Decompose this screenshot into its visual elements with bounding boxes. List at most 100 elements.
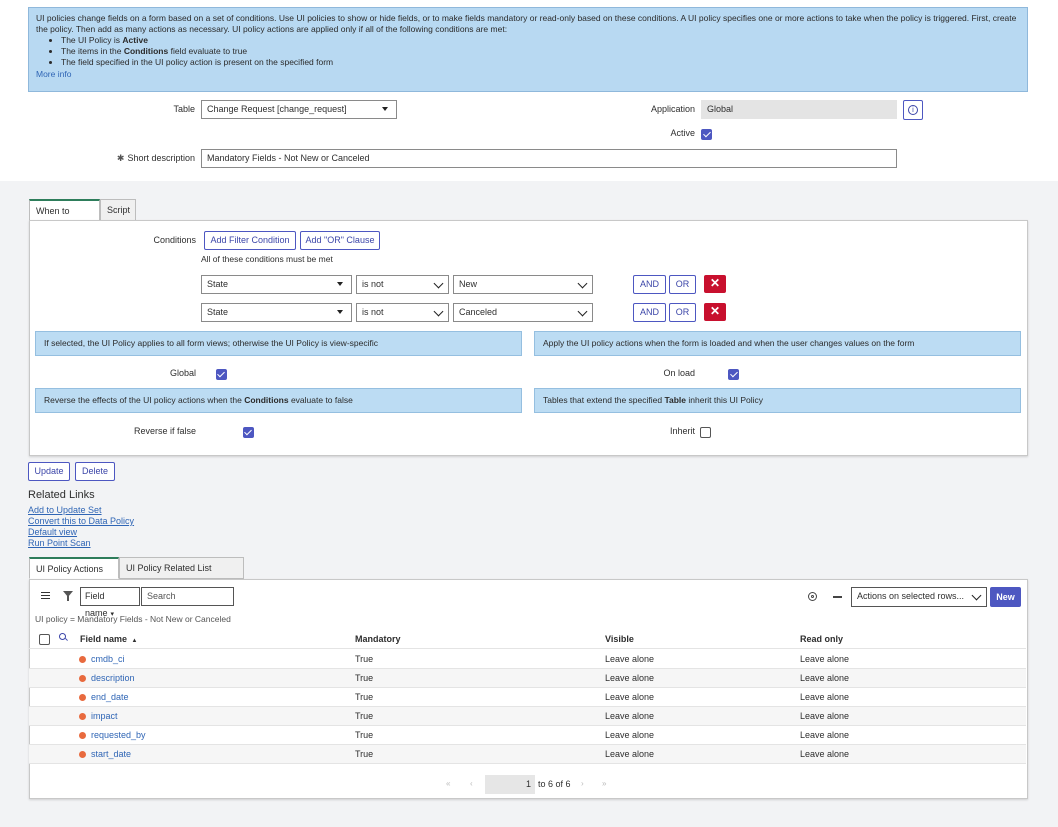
inherit-checkbox[interactable] (700, 427, 711, 438)
tab-when-to-apply[interactable]: When to Apply (29, 199, 100, 236)
row-field-name: start_date (79, 745, 131, 764)
onload-hint: Apply the UI policy actions when the for… (534, 331, 1021, 356)
info-bullet: The UI Policy is Active (61, 35, 1020, 46)
and-button[interactable]: AND (633, 303, 666, 322)
column-header-visible[interactable]: Visible (605, 634, 634, 644)
application-info-button[interactable]: i (903, 100, 923, 120)
condition-field-value: State (207, 279, 229, 289)
field-name-link[interactable]: impact (91, 711, 118, 721)
table-row: description True Leave alone Leave alone (29, 669, 1026, 688)
page-number-input[interactable]: 1 (485, 775, 535, 794)
or-button[interactable]: OR (669, 303, 696, 322)
previous-page-icon[interactable]: ‹ (470, 779, 473, 788)
next-page-icon[interactable]: › (581, 779, 584, 788)
table-row: cmdb_ci True Leave alone Leave alone (29, 650, 1026, 669)
chevron-down-icon (433, 278, 444, 289)
row-mandatory: True (355, 711, 374, 721)
column-header-field-name[interactable]: Field name ▲ (80, 634, 137, 644)
hamburger-icon[interactable] (41, 592, 50, 599)
condition-value-select[interactable]: New (453, 275, 593, 294)
caret-down-icon (382, 107, 388, 111)
field-name-link[interactable]: requested_by (91, 730, 146, 740)
collapse-icon[interactable] (833, 596, 842, 598)
actions-select-value: Actions on selected rows... (857, 591, 965, 601)
column-search-icon[interactable] (59, 633, 68, 641)
filter-icon[interactable] (63, 591, 73, 601)
info-icon: i (908, 105, 918, 115)
new-button[interactable]: New (990, 587, 1021, 607)
actions-on-selected-rows-select[interactable]: Actions on selected rows... (851, 587, 987, 607)
convert-to-data-policy-link[interactable]: Convert this to Data Policy (28, 516, 134, 526)
row-mandatory: True (355, 692, 374, 702)
field-name-link[interactable]: cmdb_ci (91, 654, 125, 664)
row-field-name: requested_by (79, 726, 146, 745)
more-info-link[interactable]: More info (36, 69, 71, 79)
condition-value-select[interactable]: Canceled (453, 303, 593, 322)
add-or-clause-button[interactable]: Add "OR" Clause (300, 231, 380, 250)
inherit-hint: Tables that extend the specified Table i… (534, 388, 1021, 413)
row-field-name: impact (79, 707, 118, 726)
default-view-link[interactable]: Default view (28, 527, 77, 537)
last-page-icon[interactable]: » (602, 779, 606, 788)
breadcrumb[interactable]: UI policy = Mandatory Fields - Not New o… (35, 614, 231, 624)
table-row: impact True Leave alone Leave alone (29, 707, 1026, 726)
tab-script[interactable]: Script (100, 199, 136, 221)
run-point-scan-link[interactable]: Run Point Scan (28, 538, 91, 548)
onload-checkbox[interactable] (728, 369, 740, 380)
table-row: end_date True Leave alone Leave alone (29, 688, 1026, 707)
application-field: Global (701, 100, 897, 119)
table-row: start_date True Leave alone Leave alone (29, 745, 1026, 764)
and-button[interactable]: AND (633, 275, 666, 294)
conditions-label: Conditions (153, 235, 196, 245)
row-read-only: Leave alone (800, 654, 850, 664)
delete-button[interactable]: Delete (75, 462, 115, 481)
condition-operator-select[interactable]: is not (356, 303, 449, 322)
info-bullet-list: The UI Policy is Active The items in the… (36, 35, 1020, 68)
update-button[interactable]: Update (28, 462, 70, 481)
gear-icon[interactable] (808, 592, 817, 601)
info-bullet: The field specified in the UI policy act… (61, 57, 1020, 68)
row-visible: Leave alone (605, 673, 655, 683)
tab-ui-policy-related-list-actions[interactable]: UI Policy Related List Actions (119, 557, 244, 593)
add-to-update-set-link[interactable]: Add to Update Set (28, 505, 102, 515)
short-description-input[interactable]: Mandatory Fields - Not New or Canceled (201, 149, 897, 168)
condition-value: Canceled (459, 307, 498, 317)
row-read-only: Leave alone (800, 692, 850, 702)
select-all-checkbox[interactable] (39, 634, 50, 645)
table-header-row (29, 629, 1026, 649)
column-header-mandatory[interactable]: Mandatory (355, 634, 401, 644)
condition-operator-value: is not (362, 279, 384, 289)
condition-value: New (459, 279, 478, 289)
condition-field-select[interactable]: State (201, 275, 352, 294)
reverse-if-false-checkbox[interactable] (242, 427, 254, 438)
search-field-select[interactable]: Field name ▾ (80, 587, 140, 618)
condition-field-select[interactable]: State (201, 303, 352, 322)
field-name-link[interactable]: start_date (91, 749, 131, 759)
table-select[interactable]: Change Request [change_request] (201, 100, 397, 119)
tab-ui-policy-actions[interactable]: UI Policy Actions (6) (29, 557, 119, 594)
chevron-down-icon (971, 590, 982, 601)
row-visible: Leave alone (605, 730, 655, 740)
column-header-read-only[interactable]: Read only (800, 634, 843, 644)
condition-operator-select[interactable]: is not (356, 275, 449, 294)
active-checkbox[interactable] (701, 129, 712, 140)
or-button[interactable]: OR (669, 275, 696, 294)
row-read-only: Leave alone (800, 749, 850, 759)
remove-condition-button[interactable]: ✕ (704, 303, 726, 321)
required-icon: ✱ (116, 153, 125, 163)
onload-label: On load (663, 368, 695, 378)
first-page-icon[interactable]: « (446, 779, 450, 788)
field-name-link[interactable]: description (91, 673, 135, 683)
status-dot-icon (79, 694, 86, 701)
field-name-link[interactable]: end_date (91, 692, 129, 702)
sort-ascending-icon: ▲ (131, 638, 138, 644)
search-input[interactable]: Search (141, 587, 234, 606)
remove-condition-button[interactable]: ✕ (704, 275, 726, 293)
close-icon: ✕ (709, 276, 721, 290)
chevron-down-icon (577, 306, 588, 317)
add-filter-condition-button[interactable]: Add Filter Condition (204, 231, 296, 250)
global-checkbox[interactable] (215, 369, 227, 380)
table-row: requested_by True Leave alone Leave alon… (29, 726, 1026, 745)
related-links-heading: Related Links (28, 489, 95, 501)
row-field-name: cmdb_ci (79, 650, 125, 669)
